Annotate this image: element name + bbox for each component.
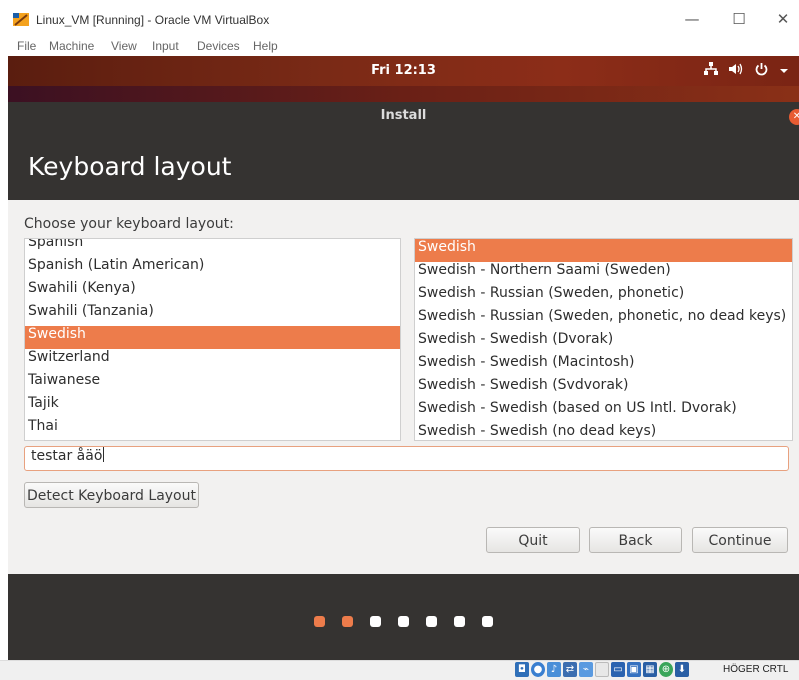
layout-item[interactable]: Tajik: [25, 395, 400, 418]
usb-icon[interactable]: ⌁: [579, 662, 593, 677]
chevron-down-icon: [779, 63, 789, 79]
keyboard-test-input[interactable]: testar åäö: [24, 446, 789, 471]
installer-window: Install ✕ Keyboard layout Choose your ke…: [8, 102, 799, 660]
host-key-icon[interactable]: ⬇: [675, 662, 689, 677]
power-icon: [754, 62, 769, 81]
variant-item-selected[interactable]: Swedish: [415, 239, 792, 262]
menu-view[interactable]: View: [111, 39, 137, 53]
optical-drive-icon[interactable]: ●: [531, 662, 545, 677]
variant-item[interactable]: Swedish - Swedish (Macintosh): [415, 354, 792, 377]
progress-dot: [482, 616, 493, 627]
layout-item[interactable]: Taiwanese: [25, 372, 400, 395]
continue-button[interactable]: Continue: [692, 527, 788, 553]
maximize-button[interactable]: ☐: [719, 8, 759, 30]
virtualbox-icon: [13, 13, 29, 26]
menu-devices[interactable]: Devices: [197, 39, 240, 53]
progress-dot: [426, 616, 437, 627]
variant-list[interactable]: Swedish Swedish - Northern Saami (Sweden…: [414, 238, 793, 441]
volume-icon: [728, 62, 744, 80]
choose-layout-label: Choose your keyboard layout:: [24, 216, 234, 232]
shared-folders-icon[interactable]: [595, 662, 609, 677]
progress-dot: [370, 616, 381, 627]
layout-item[interactable]: Spanish: [25, 239, 400, 257]
progress-dot: [398, 616, 409, 627]
network-adapter-icon[interactable]: ⇄: [563, 662, 577, 677]
clock[interactable]: Fri 12:13: [8, 63, 799, 78]
layout-item[interactable]: Swahili (Kenya): [25, 280, 400, 303]
menu-input[interactable]: Input: [152, 39, 179, 53]
guest-desktop-background: [8, 86, 799, 102]
progress-dot: [342, 616, 353, 627]
menu-help[interactable]: Help: [253, 39, 278, 53]
variant-item[interactable]: Swedish - Russian (Sweden, phonetic, no …: [415, 308, 792, 331]
layout-item[interactable]: Thai: [25, 418, 400, 440]
detect-keyboard-layout-button[interactable]: Detect Keyboard Layout: [24, 482, 199, 508]
progress-dot: [454, 616, 465, 627]
statusbar: ◘ ● ♪ ⇄ ⌁ ▭ ▣ ▦ ⊕ ⬇ HÖGER CRTL: [0, 660, 799, 680]
back-button[interactable]: Back: [589, 527, 682, 553]
installer-body: Choose your keyboard layout: Spanish Spa…: [8, 200, 799, 574]
window-titlebar: Linux_VM [Running] - Oracle VM VirtualBo…: [0, 0, 799, 38]
system-tray[interactable]: [704, 60, 789, 82]
page-title: Keyboard layout: [28, 152, 232, 181]
progress-dot: [314, 616, 325, 627]
variant-item[interactable]: Swedish - Swedish (Svdvorak): [415, 377, 792, 400]
network-icon: [704, 62, 718, 80]
layout-item[interactable]: Switzerland: [25, 349, 400, 372]
variant-item[interactable]: Swedish - Northern Saami (Sweden): [415, 262, 792, 285]
audio-icon[interactable]: ♪: [547, 662, 561, 677]
installer-title: Install: [380, 108, 427, 123]
layout-list[interactable]: Spanish Spanish (Latin American) Swahili…: [24, 238, 401, 441]
layout-item[interactable]: Spanish (Latin American): [25, 257, 400, 280]
text-caret: [103, 447, 105, 462]
menu-machine[interactable]: Machine: [49, 39, 94, 53]
hard-disk-icon[interactable]: ◘: [515, 662, 529, 677]
window-title: Linux_VM [Running] - Oracle VM VirtualBo…: [36, 13, 270, 27]
minimize-button[interactable]: —: [672, 8, 712, 30]
display-icon[interactable]: ▭: [611, 662, 625, 677]
quit-button[interactable]: Quit: [486, 527, 580, 553]
variant-item[interactable]: Swedish - Swedish (Dvorak): [415, 331, 792, 354]
video-capture-icon[interactable]: ▣: [627, 662, 641, 677]
variant-item[interactable]: Swedish - Russian (Sweden, phonetic): [415, 285, 792, 308]
installer-footer: [8, 574, 799, 660]
guest-top-panel: Fri 12:13: [8, 56, 799, 86]
menu-file[interactable]: File: [17, 39, 36, 53]
close-button[interactable]: ✕: [763, 8, 799, 30]
variant-item[interactable]: Swedish - Swedish (based on US Intl. Dvo…: [415, 400, 792, 423]
close-icon[interactable]: ✕: [789, 109, 799, 125]
installer-header: Install ✕ Keyboard layout: [8, 102, 799, 200]
variant-item[interactable]: Swedish - Swedish (no dead keys): [415, 423, 792, 440]
layout-item-selected[interactable]: Swedish: [25, 326, 400, 349]
cpu-icon[interactable]: ▦: [643, 662, 657, 677]
layout-item[interactable]: Swahili (Tanzania): [25, 303, 400, 326]
menubar: File Machine View Input Devices Help: [0, 38, 799, 56]
progress-dots: [8, 616, 799, 627]
mouse-integration-icon[interactable]: ⊕: [659, 662, 673, 677]
status-icons: ◘ ● ♪ ⇄ ⌁ ▭ ▣ ▦ ⊕ ⬇: [515, 662, 689, 677]
keyboard-test-value: testar åäö: [31, 448, 103, 464]
host-key-label: HÖGER CRTL: [723, 664, 789, 675]
